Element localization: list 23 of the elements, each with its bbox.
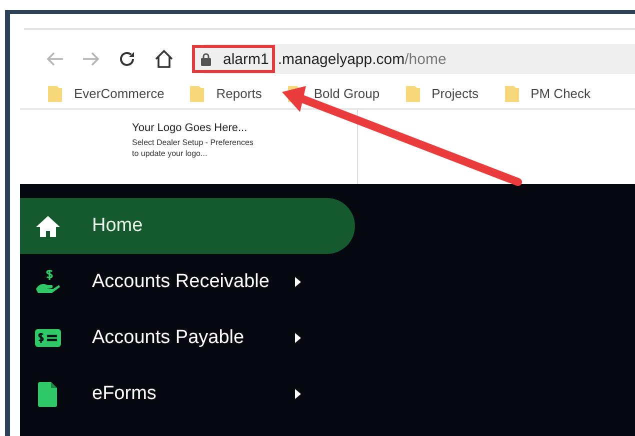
bookmark[interactable]: Reports (190, 82, 262, 104)
folder-icon (48, 84, 62, 102)
bill-icon (35, 329, 61, 347)
hand-dollar-icon (35, 269, 61, 295)
folder-icon (190, 84, 204, 102)
logo-hint: Select Dealer Setup - Preferences to update your logo... (132, 137, 254, 159)
home-icon (35, 215, 61, 237)
bookmark[interactable]: Projects (406, 82, 479, 104)
home-icon[interactable] (154, 49, 174, 69)
sidebar-item[interactable]: Accounts Payable (20, 310, 355, 366)
logo-placeholder-title: Your Logo Goes Here... (132, 122, 248, 134)
sidebar-item[interactable]: eForms (20, 366, 355, 422)
sidebar-item[interactable]: Accounts Receivable (20, 254, 355, 310)
url-text: .managelyapp.com/home (278, 50, 446, 68)
folder-icon (406, 84, 420, 102)
reload-icon[interactable] (118, 50, 136, 68)
folder-icon (504, 84, 519, 102)
bookmark[interactable]: PM Check (504, 82, 591, 104)
bookmark[interactable]: EverCommerce (48, 82, 164, 104)
address-bar[interactable]: alarm1 .managelyapp.com/home (192, 44, 635, 74)
sidebar-item[interactable]: Home (20, 198, 355, 254)
url-subdomain: alarm1 (223, 50, 269, 68)
lock-icon (201, 52, 211, 66)
